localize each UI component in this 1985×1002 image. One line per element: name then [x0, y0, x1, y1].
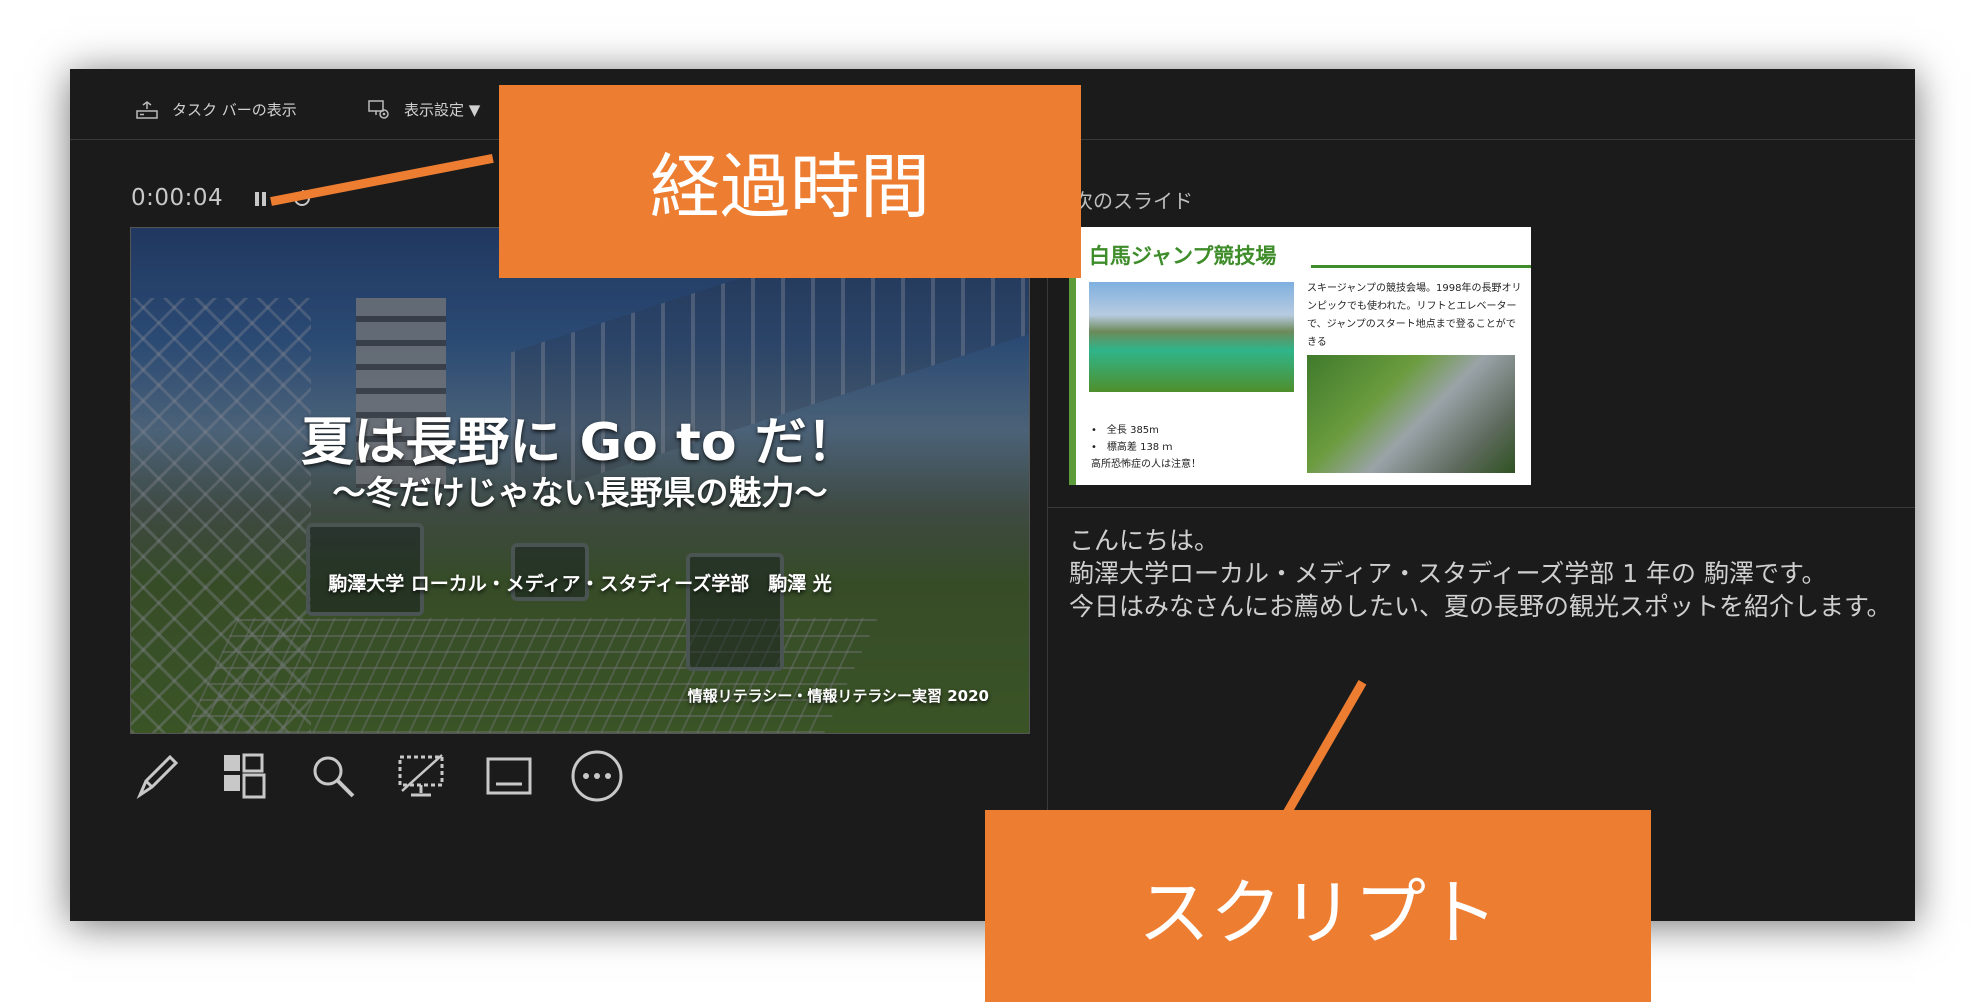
display-settings-label: 表示設定 ▼ [404, 101, 481, 119]
notes-divider [1048, 507, 1915, 508]
subtitles-button[interactable] [482, 749, 536, 803]
next-slide-title: 白馬ジャンプ競技場 [1089, 244, 1277, 268]
screen-off-icon [398, 754, 444, 797]
zoom-button[interactable] [306, 749, 360, 803]
slide-author: 駒澤大学 ローカル・メディア・スタディーズ学部 駒澤 光 [328, 573, 832, 595]
all-slides-icon [224, 753, 266, 799]
display-settings-icon [368, 99, 389, 119]
next-slide-note: 高所恐怖症の人は注意！ [1091, 459, 1201, 470]
current-slide[interactable]: 夏は長野に Go to だ！ ～冬だけじゃない長野県の魅力～ 駒澤大学 ローカル… [130, 227, 1030, 734]
taskbar-icon [136, 100, 158, 119]
title-underline [1311, 265, 1531, 268]
see-all-slides-button[interactable] [218, 749, 272, 803]
notes-line: こんにちは。 [1069, 526, 1220, 555]
subtitles-icon [486, 757, 532, 795]
next-slide-label: 次のスライド [1073, 189, 1193, 213]
black-screen-button[interactable] [394, 749, 448, 803]
script-callout: スクリプト [985, 810, 1651, 1002]
elapsed-timer: 0:00:04 [131, 185, 224, 211]
pen-icon [136, 754, 179, 800]
slide-accent-bar [1069, 275, 1076, 485]
next-slide-description: スキージャンプの競技会場。1998年の長野オリンピックでも使われた。リフトとエレ… [1307, 283, 1522, 348]
pen-tool-button[interactable] [130, 749, 184, 803]
more-options-icon [571, 750, 623, 802]
slide-subtitle: ～冬だけじゃない長野県の魅力～ [332, 473, 828, 512]
next-slide-bullets: • 全長 385m • 標高差 138 ｍ 高所恐怖症の人は注意！ [1091, 422, 1201, 473]
next-slide-preview[interactable]: 白馬ジャンプ競技場 スキージャンプの競技会場。1998年の長野オリンピックでも使… [1069, 227, 1531, 485]
show-taskbar-label: タスク バーの表示 [172, 101, 297, 119]
jump-start-photo [1307, 355, 1515, 473]
bullet-item: • 標高差 138 ｍ [1091, 442, 1173, 453]
speaker-notes[interactable]: こんにちは。 駒澤大学ローカル・メディア・スタディーズ学部 1 年の 駒澤です。… [1069, 524, 1892, 623]
slide-title: 夏は長野に Go to だ！ [301, 413, 859, 473]
elapsed-time-callout: 経過時間 [499, 85, 1081, 278]
slide-course: 情報リテラシー・情報リテラシー実習 2020 [687, 687, 989, 705]
presenter-tools [130, 749, 624, 803]
pause-timer-icon[interactable] [254, 191, 268, 207]
notes-line: 駒澤大学ローカル・メディア・スタディーズ学部 1 年の 駒澤です。 [1069, 559, 1827, 588]
display-settings-button[interactable]: 表示設定 ▼ [368, 99, 480, 120]
notes-line: 今日はみなさんにお薦めしたい、夏の長野の観光スポットを紹介します。 [1069, 592, 1892, 621]
bullet-item: • 全長 385m [1091, 425, 1159, 436]
show-taskbar-button[interactable]: タスク バーの表示 [136, 99, 297, 120]
more-options-button[interactable] [570, 749, 624, 803]
jump-hill-photo [1089, 282, 1294, 392]
magnifier-icon [313, 756, 355, 798]
